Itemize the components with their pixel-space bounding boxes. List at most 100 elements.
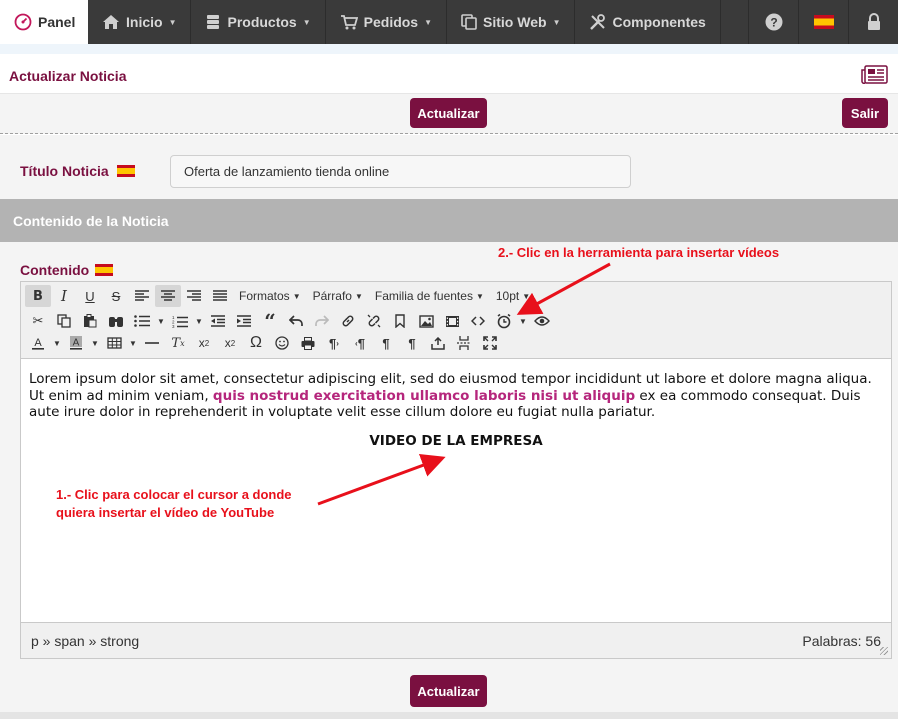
insert-video-icon[interactable] xyxy=(439,310,465,332)
font-family-dropdown[interactable]: Familia de fuentes ▼ xyxy=(369,285,490,307)
page-title: Actualizar Noticia xyxy=(9,68,127,84)
annotation-note-1-line2: quiera insertar el vídeo de YouTube xyxy=(56,505,275,520)
insert-template-icon[interactable] xyxy=(425,332,451,354)
content-label: Contenido xyxy=(20,262,114,278)
footer-strip xyxy=(0,712,898,719)
page-break-icon[interactable] xyxy=(451,332,477,354)
code-icon[interactable] xyxy=(465,310,491,332)
numbered-list-icon[interactable]: 123 xyxy=(167,310,193,332)
insert-datetime-icon[interactable] xyxy=(491,310,517,332)
chevron-down-icon: ▼ xyxy=(302,17,311,27)
rtl-icon[interactable]: ‹ ¶ xyxy=(347,332,373,354)
underline-icon[interactable]: U xyxy=(77,285,103,307)
title-input[interactable] xyxy=(170,155,631,188)
visual-blocks-icon[interactable]: ¶ xyxy=(399,332,425,354)
background-color-icon[interactable]: A xyxy=(63,332,89,354)
align-justify-icon[interactable] xyxy=(207,285,233,307)
lock-icon xyxy=(867,13,880,30)
language-button[interactable] xyxy=(798,0,848,44)
chevron-down-icon[interactable]: ▼ xyxy=(517,310,529,332)
cart-icon xyxy=(340,15,358,30)
italic-icon[interactable]: I xyxy=(51,285,77,307)
tools-icon xyxy=(590,13,606,30)
bold-icon[interactable]: B xyxy=(25,285,51,307)
redo-icon[interactable] xyxy=(309,310,335,332)
dashboard-icon xyxy=(14,13,32,31)
font-size-dropdown[interactable]: 10pt ▼ xyxy=(490,285,536,307)
link-icon[interactable] xyxy=(335,310,361,332)
paste-icon[interactable] xyxy=(77,310,103,332)
editor-statusbar: p » span » strong Palabras: 56 xyxy=(21,622,891,658)
chevron-down-icon: ▼ xyxy=(475,291,484,301)
nav-item-inicio[interactable]: Inicio ▼ xyxy=(88,0,192,44)
emoticons-icon[interactable] xyxy=(269,332,295,354)
top-navbar: Panel Inicio ▼ Productos ▼ Pedidos ▼ Sit… xyxy=(0,0,898,44)
update-button-bottom[interactable]: Actualizar xyxy=(410,675,487,707)
superscript-icon[interactable]: x2 xyxy=(217,332,243,354)
align-left-icon[interactable] xyxy=(129,285,155,307)
nav-item-componentes[interactable]: Componentes xyxy=(575,0,721,44)
nav-item-productos[interactable]: Productos ▼ xyxy=(191,0,326,44)
chevron-down-icon[interactable]: ▼ xyxy=(193,310,205,332)
unlink-icon[interactable] xyxy=(361,310,387,332)
cut-icon[interactable]: ✂ xyxy=(25,310,51,332)
align-right-icon[interactable] xyxy=(181,285,207,307)
visual-chars-icon[interactable]: ¶ xyxy=(373,332,399,354)
resize-handle[interactable] xyxy=(880,647,888,655)
subscript-icon[interactable]: x2 xyxy=(191,332,217,354)
rich-text-editor: B I U S Formatos ▼ Párrafo ▼ Familia de fu… xyxy=(20,281,892,659)
content-label-text: Contenido xyxy=(20,262,90,278)
undo-icon[interactable] xyxy=(283,310,309,332)
update-button-top[interactable]: Actualizar xyxy=(410,98,487,128)
bookmark-icon[interactable] xyxy=(387,310,413,332)
strikethrough-icon[interactable]: S xyxy=(103,285,129,307)
table-icon[interactable] xyxy=(101,332,127,354)
page-header: Actualizar Noticia xyxy=(0,54,898,94)
body-paragraph[interactable]: Lorem ipsum dolor sit amet, consectetur … xyxy=(29,371,883,421)
print-icon[interactable] xyxy=(295,332,321,354)
chevron-down-icon[interactable]: ▼ xyxy=(51,332,63,354)
sub-bar xyxy=(0,44,898,54)
special-character-icon[interactable]: Ω xyxy=(243,332,269,354)
video-heading[interactable]: VIDEO DE LA EMPRESA xyxy=(29,433,883,450)
help-button[interactable]: ? xyxy=(748,0,798,44)
find-replace-icon[interactable] xyxy=(103,310,129,332)
text-color-icon[interactable]: A xyxy=(25,332,51,354)
nav-item-sitio-web[interactable]: Sitio Web ▼ xyxy=(447,0,576,44)
copy-icon[interactable] xyxy=(51,310,77,332)
formats-dropdown[interactable]: Formatos ▼ xyxy=(233,285,307,307)
chevron-down-icon[interactable]: ▼ xyxy=(127,332,139,354)
chevron-down-icon[interactable]: ▼ xyxy=(89,332,101,354)
newspaper-icon[interactable] xyxy=(861,65,888,84)
lock-button[interactable] xyxy=(848,0,898,44)
indent-icon[interactable] xyxy=(231,310,257,332)
nav-item-label: Inicio xyxy=(126,14,163,30)
image-icon[interactable] xyxy=(413,310,439,332)
nav-item-label: Sitio Web xyxy=(483,14,547,30)
editor-toolbar: B I U S Formatos ▼ Párrafo ▼ Familia de fu… xyxy=(21,282,891,359)
element-path[interactable]: p » span » strong xyxy=(31,633,139,649)
nav-panel-tab[interactable]: Panel xyxy=(0,0,88,44)
ltr-icon[interactable]: ¶ › xyxy=(321,332,347,354)
clear-formatting-icon[interactable]: Tx xyxy=(165,332,191,354)
chevron-down-icon[interactable]: ▼ xyxy=(155,310,167,332)
home-icon xyxy=(103,15,119,29)
nav-item-pedidos[interactable]: Pedidos ▼ xyxy=(326,0,448,44)
horizontal-rule-icon[interactable] xyxy=(139,332,165,354)
align-center-icon[interactable] xyxy=(155,285,181,307)
body-strong-text: quis nostrud exercitation ullamco labori… xyxy=(212,387,636,404)
annotation-note-1: 1.- Clic para colocar el cursor a donde … xyxy=(56,486,336,522)
outdent-icon[interactable] xyxy=(205,310,231,332)
blockquote-icon[interactable]: “ xyxy=(257,309,283,333)
help-icon: ? xyxy=(765,13,782,31)
exit-button[interactable]: Salir xyxy=(842,98,888,128)
paragraph-dropdown[interactable]: Párrafo ▼ xyxy=(307,285,369,307)
chevron-down-icon: ▼ xyxy=(292,291,301,301)
bullet-list-icon[interactable] xyxy=(129,310,155,332)
svg-text:A: A xyxy=(73,338,80,349)
title-row: Título Noticia xyxy=(0,135,898,199)
preview-icon[interactable] xyxy=(529,310,555,332)
annotation-note-2: 2.- Clic en la herramienta para insertar… xyxy=(498,245,780,260)
fullscreen-icon[interactable] xyxy=(477,332,503,354)
section-header: Contenido de la Noticia xyxy=(0,199,898,242)
